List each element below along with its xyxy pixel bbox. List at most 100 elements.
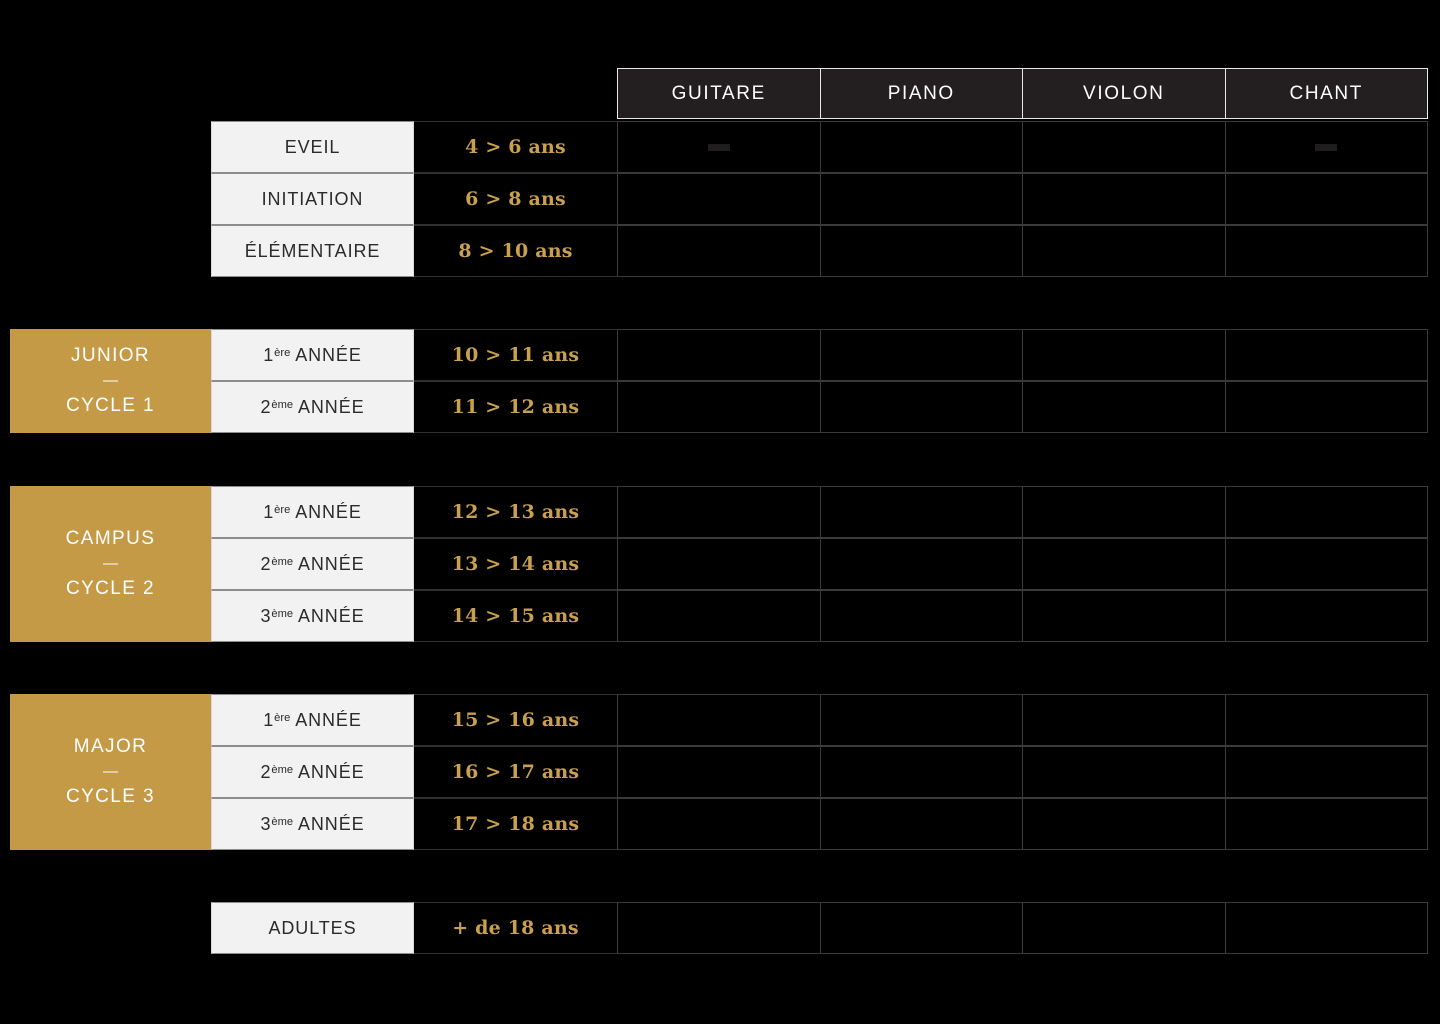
age-range-cell: 13 > 14 ans xyxy=(414,538,617,590)
instrument-cells xyxy=(617,329,1428,381)
cell-guitare[interactable] xyxy=(618,695,821,745)
cell-chant[interactable] xyxy=(1225,799,1427,849)
level-label: 3ème ANNÉE xyxy=(260,606,364,627)
cell-guitare[interactable] xyxy=(618,903,821,953)
cell-guitare[interactable] xyxy=(618,174,821,224)
group-block-cycle-2[interactable]: CAMPUS — CYCLE 2 xyxy=(10,486,211,642)
cell-piano[interactable] xyxy=(820,226,1023,276)
group-block-cycle-3[interactable]: MAJOR — CYCLE 3 xyxy=(10,694,211,850)
cell-chant[interactable] xyxy=(1225,226,1427,276)
cell-violon[interactable] xyxy=(1023,382,1226,432)
cell-chant[interactable] xyxy=(1225,591,1427,641)
cell-piano[interactable] xyxy=(820,174,1023,224)
group-subtitle: CYCLE 3 xyxy=(65,786,155,808)
level-label-cell[interactable]: 3ème ANNÉE xyxy=(211,590,414,642)
level-label-cell[interactable]: INITIATION xyxy=(211,173,414,225)
course-group: MAJOR — CYCLE 3 1ère ANNÉE 15 > 16 ans 2ème A… xyxy=(0,694,1440,850)
cell-piano[interactable] xyxy=(820,799,1023,849)
course-group: JUNIOR — CYCLE 1 1ère ANNÉE 10 > 11 ans 2ème … xyxy=(0,329,1440,433)
group-block-cycle-1[interactable]: JUNIOR — CYCLE 1 xyxy=(10,329,211,433)
cell-piano[interactable] xyxy=(820,747,1023,797)
cell-violon[interactable] xyxy=(1023,539,1226,589)
table-row: 1ère ANNÉE 12 > 13 ans xyxy=(211,486,1428,538)
cell-chant[interactable] xyxy=(1225,174,1427,224)
cell-guitare[interactable] xyxy=(618,226,821,276)
course-group: CAMPUS — CYCLE 2 1ère ANNÉE 12 > 13 ans 2ème … xyxy=(0,486,1440,642)
cell-piano[interactable] xyxy=(820,695,1023,745)
table-row: 2ème ANNÉE 11 > 12 ans xyxy=(211,381,1428,433)
cell-guitare[interactable] xyxy=(618,330,821,380)
cell-guitare[interactable] xyxy=(618,539,821,589)
cell-piano[interactable] xyxy=(820,330,1023,380)
level-label-cell[interactable]: 1ère ANNÉE xyxy=(211,694,414,746)
cell-chant[interactable] xyxy=(1225,487,1427,537)
level-label-cell[interactable]: 2ème ANNÉE xyxy=(211,381,414,433)
cell-violon[interactable] xyxy=(1023,591,1226,641)
cell-violon[interactable] xyxy=(1023,903,1226,953)
cell-chant[interactable] xyxy=(1225,382,1427,432)
instrument-cells xyxy=(617,121,1428,173)
cell-violon[interactable] xyxy=(1023,799,1226,849)
table-row: 1ère ANNÉE 15 > 16 ans xyxy=(211,694,1428,746)
cell-chant[interactable] xyxy=(1225,539,1427,589)
cell-violon[interactable] xyxy=(1023,174,1226,224)
cell-piano[interactable] xyxy=(820,382,1023,432)
cell-violon[interactable] xyxy=(1023,695,1226,745)
cell-chant[interactable] xyxy=(1225,747,1427,797)
age-range-text: 15 > 16 ans xyxy=(451,709,580,731)
cell-guitare[interactable] xyxy=(618,799,821,849)
level-label-cell[interactable]: 3ème ANNÉE xyxy=(211,798,414,850)
cell-piano[interactable] xyxy=(820,903,1023,953)
cell-guitare[interactable] xyxy=(618,122,821,172)
cell-violon[interactable] xyxy=(1023,747,1226,797)
level-label-cell[interactable]: 2ème ANNÉE xyxy=(211,538,414,590)
table-header-row: GUITARE PIANO VIOLON CHANT xyxy=(617,68,1428,119)
cell-violon[interactable] xyxy=(1023,226,1226,276)
level-label-cell[interactable]: ADULTES xyxy=(211,902,414,954)
cell-guitare[interactable] xyxy=(618,487,821,537)
age-range-cell: 8 > 10 ans xyxy=(414,225,617,277)
level-ordinal-number: 1 xyxy=(263,709,275,730)
age-range-text: 14 > 15 ans xyxy=(451,605,580,627)
table-row: 2ème ANNÉE 16 > 17 ans xyxy=(211,746,1428,798)
group-title: JUNIOR xyxy=(70,345,151,367)
cell-chant[interactable] xyxy=(1225,903,1427,953)
instrument-cells xyxy=(617,902,1428,954)
level-label-cell[interactable]: EVEIL xyxy=(211,121,414,173)
level-label-cell[interactable]: ÉLÉMENTAIRE xyxy=(211,225,414,277)
level-label-text: ANNÉE xyxy=(293,813,365,834)
header-cell-violon[interactable]: VIOLON xyxy=(1023,69,1226,118)
header-cell-chant[interactable]: CHANT xyxy=(1226,69,1428,118)
cell-piano[interactable] xyxy=(820,487,1023,537)
header-label: PIANO xyxy=(887,82,955,104)
level-label-cell[interactable]: 2ème ANNÉE xyxy=(211,746,414,798)
cell-guitare[interactable] xyxy=(618,591,821,641)
cell-guitare[interactable] xyxy=(618,382,821,432)
age-range-text: 8 > 10 ans xyxy=(458,240,573,262)
instrument-cells xyxy=(617,746,1428,798)
level-label-cell[interactable]: 1ère ANNÉE xyxy=(211,486,414,538)
cell-chant[interactable] xyxy=(1225,330,1427,380)
instrument-cells xyxy=(617,225,1428,277)
table-row: EVEIL 4 > 6 ans xyxy=(211,121,1428,173)
instrument-cells xyxy=(617,381,1428,433)
cell-violon[interactable] xyxy=(1023,330,1226,380)
cell-piano[interactable] xyxy=(820,539,1023,589)
cell-piano[interactable] xyxy=(820,591,1023,641)
header-cell-piano[interactable]: PIANO xyxy=(821,69,1023,118)
cell-guitare[interactable] xyxy=(618,747,821,797)
cell-chant[interactable] xyxy=(1225,122,1427,172)
cell-chant[interactable] xyxy=(1225,695,1427,745)
cell-violon[interactable] xyxy=(1023,122,1226,172)
course-group: ADULTES + de 18 ans xyxy=(0,902,1440,954)
cell-violon[interactable] xyxy=(1023,487,1226,537)
header-cell-guitare[interactable]: GUITARE xyxy=(618,69,821,118)
level-label-text: ANNÉE xyxy=(293,605,365,626)
cell-piano[interactable] xyxy=(820,122,1023,172)
level-ordinal-suffix: ème xyxy=(271,555,294,568)
level-ordinal-suffix: ère xyxy=(274,503,291,516)
level-label-text: ÉLÉMENTAIRE xyxy=(244,240,381,261)
group-subtitle: CYCLE 2 xyxy=(65,578,155,600)
header-label: VIOLON xyxy=(1083,82,1165,104)
level-label-cell[interactable]: 1ère ANNÉE xyxy=(211,329,414,381)
